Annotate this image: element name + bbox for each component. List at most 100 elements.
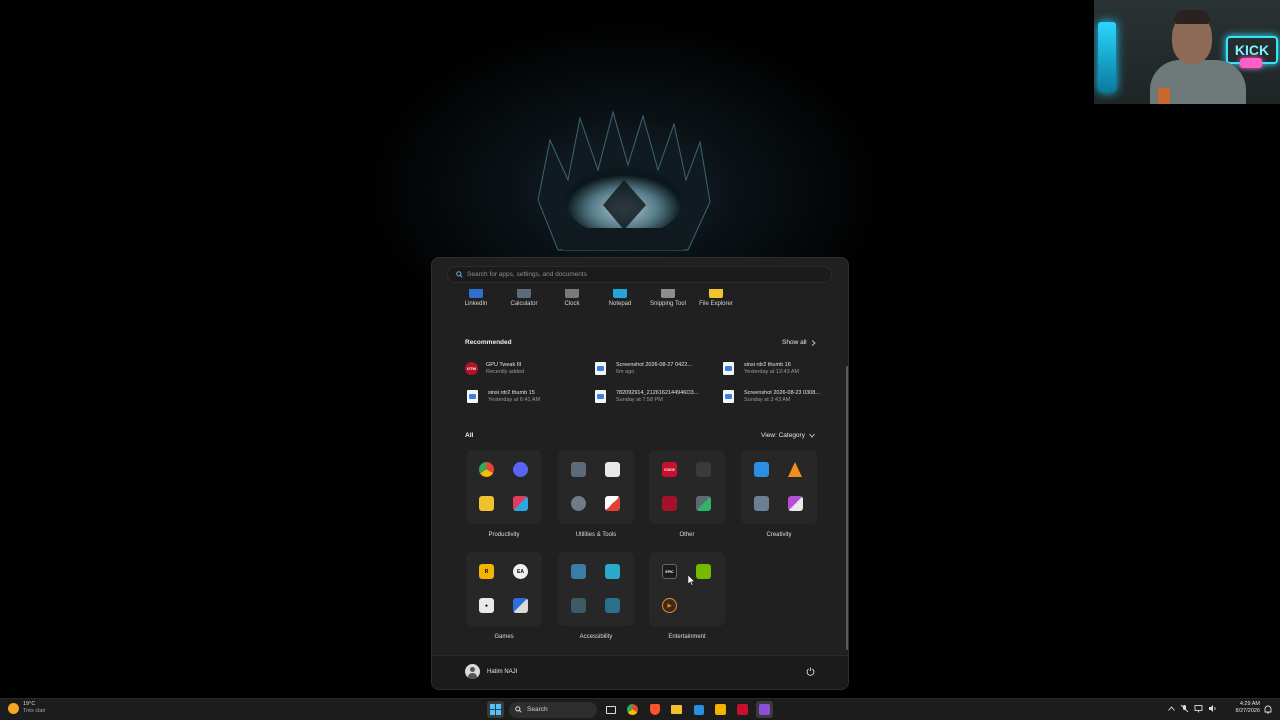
gpu-tweak-icon: GTW — [465, 362, 478, 375]
rockstar-taskbar-button[interactable] — [712, 701, 729, 718]
utilities-folder-icon — [605, 496, 620, 511]
task-manager-icon — [605, 462, 620, 477]
category-games[interactable]: R EA ♠ Games — [466, 552, 542, 640]
taskbar-search[interactable]: Search — [509, 701, 597, 718]
recommended-item[interactable]: 782092914_2126162144946O3... Sunday at 7… — [595, 390, 698, 404]
mic-off-icon[interactable] — [1180, 704, 1189, 713]
app-taskbar-button[interactable] — [756, 701, 773, 718]
network-icon[interactable] — [1194, 704, 1203, 713]
view-category-dropdown[interactable]: View: Category — [757, 430, 819, 441]
recommended-item-detail: 6m ago — [616, 369, 635, 375]
brave-icon — [649, 704, 660, 715]
camera-icon — [754, 496, 769, 511]
category-other[interactable]: VOICE Other — [649, 450, 725, 538]
pinned-app-linkedin[interactable]: LinkedIn — [452, 289, 500, 307]
view-category-label: View: Category — [761, 432, 805, 439]
pinned-app-notepad[interactable]: Notepad — [596, 289, 644, 307]
user-name: Hatim NAJI — [487, 668, 518, 675]
calculator-icon — [571, 462, 586, 477]
games-group-icon — [513, 598, 528, 613]
recommended-item-name: sinsi rdr2 thumb 16 — [744, 362, 791, 368]
rockstar-icon — [715, 704, 726, 715]
voicemeeter-taskbar-button[interactable] — [734, 701, 751, 718]
taskbar-search-label: Search — [527, 706, 548, 713]
recommended-item-detail: Recently added — [486, 369, 525, 375]
start-button[interactable] — [487, 701, 504, 718]
taskbar: 19°C Très clair Search 4:29 AM 8/27/2026 — [0, 698, 1280, 720]
narrator-icon — [571, 598, 586, 613]
pinned-app-label: Calculator — [510, 301, 538, 307]
streamer-hair — [1174, 10, 1210, 24]
recommended-item[interactable]: sinsi rdr2 thumb 15 Yesterday at 6:41 AM — [467, 390, 540, 404]
taskbar-apps: Search — [487, 701, 773, 718]
recommended-item[interactable]: Screenshot 2026-08-23 0308... Sunday at … — [723, 390, 820, 404]
chevron-down-icon — [809, 433, 815, 438]
pinned-app-file-explorer[interactable]: File Explorer — [692, 289, 740, 307]
recommended-item[interactable]: GTW GPU Tweak III Recently added — [465, 362, 524, 376]
neon-light — [1098, 22, 1116, 92]
image-file-icon — [595, 390, 606, 403]
volume-icon[interactable] — [1208, 704, 1217, 713]
notepad-icon — [613, 289, 627, 298]
chrome-taskbar-button[interactable] — [624, 701, 641, 718]
recommended-item-detail: Sunday at 7:58 PM — [616, 397, 663, 403]
user-account-button[interactable]: Hatim NAJI — [465, 664, 517, 679]
pinned-app-label: Clock — [564, 301, 580, 307]
pinned-app-calculator[interactable]: Calculator — [500, 289, 548, 307]
webcam-overlay: KICK — [1094, 0, 1280, 104]
settings-icon — [571, 496, 586, 511]
neon-light-pink — [1240, 58, 1262, 68]
app-purple-icon — [759, 704, 770, 715]
pinned-apps: LinkedIn Calculator Clock Notepad Snippi… — [452, 289, 740, 307]
task-view-icon — [605, 705, 616, 714]
creativity-group-icon — [788, 496, 803, 511]
clock-time: 4:29 AM — [1239, 701, 1260, 707]
media-player-icon: ▶ — [662, 598, 677, 613]
start-menu-scrollbar[interactable] — [846, 366, 848, 650]
pinned-app-snipping-tool[interactable]: Snipping Tool — [644, 289, 692, 307]
image-file-icon — [723, 362, 734, 375]
photos-icon — [754, 462, 769, 477]
category-creativity[interactable]: Creativity — [741, 450, 817, 538]
category-accessibility[interactable]: Accessibility — [558, 552, 634, 640]
category-productivity[interactable]: Productivity — [466, 450, 542, 538]
recommended-item-detail: Sunday at 3:43 AM — [744, 397, 791, 403]
taskbar-clock[interactable]: 4:29 AM 8/27/2026 — [1228, 701, 1260, 715]
avatar — [465, 664, 480, 679]
recommended-item-name: sinsi rdr2 thumb 15 — [488, 390, 535, 396]
category-label: Productivity — [488, 532, 520, 538]
search-icon — [515, 706, 522, 713]
recommended-item[interactable]: Screenshot 2026-08-27 0422... 6m ago — [595, 362, 692, 376]
pinned-app-clock[interactable]: Clock — [548, 289, 596, 307]
search-icon — [456, 271, 463, 278]
notification-bell-icon[interactable] — [1264, 705, 1272, 714]
recommended-item-detail: Yesterday at 12:43 AM — [744, 369, 800, 375]
show-all-button[interactable]: Show all — [778, 337, 820, 348]
epic-games-icon: EPIC — [662, 564, 677, 579]
solitaire-icon: ♠ — [479, 598, 494, 613]
start-search-input[interactable] — [467, 271, 807, 278]
brave-taskbar-button[interactable] — [646, 701, 663, 718]
power-icon[interactable] — [806, 667, 815, 676]
on-screen-keyboard-icon — [605, 564, 620, 579]
vscode-taskbar-button[interactable] — [690, 701, 707, 718]
category-utilities-tools[interactable]: Utilities & Tools — [558, 450, 634, 538]
start-menu-footer: Hatim NAJI — [432, 655, 848, 689]
crown-wallpaper-art — [537, 110, 711, 251]
image-file-icon — [467, 390, 478, 403]
file-explorer-icon — [709, 289, 723, 298]
file-explorer-icon — [479, 496, 494, 511]
recommended-item[interactable]: sinsi rdr2 thumb 16 Yesterday at 12:43 A… — [723, 362, 799, 376]
task-view-button[interactable] — [602, 701, 619, 718]
unity-icon — [696, 462, 711, 477]
category-label: Utilities & Tools — [575, 532, 617, 538]
category-entertainment[interactable]: EPIC ▶ Entertainment — [649, 552, 725, 640]
image-file-icon — [595, 362, 606, 375]
recommended-title: Recommended — [465, 339, 512, 346]
chevron-up-icon[interactable] — [1168, 706, 1175, 711]
file-explorer-taskbar-button[interactable] — [668, 701, 685, 718]
start-search-box[interactable] — [447, 266, 832, 283]
magnifier-icon — [571, 564, 586, 579]
weather-widget[interactable]: 19°C Très clair — [8, 701, 45, 715]
weather-desc: Très clair — [23, 708, 46, 714]
